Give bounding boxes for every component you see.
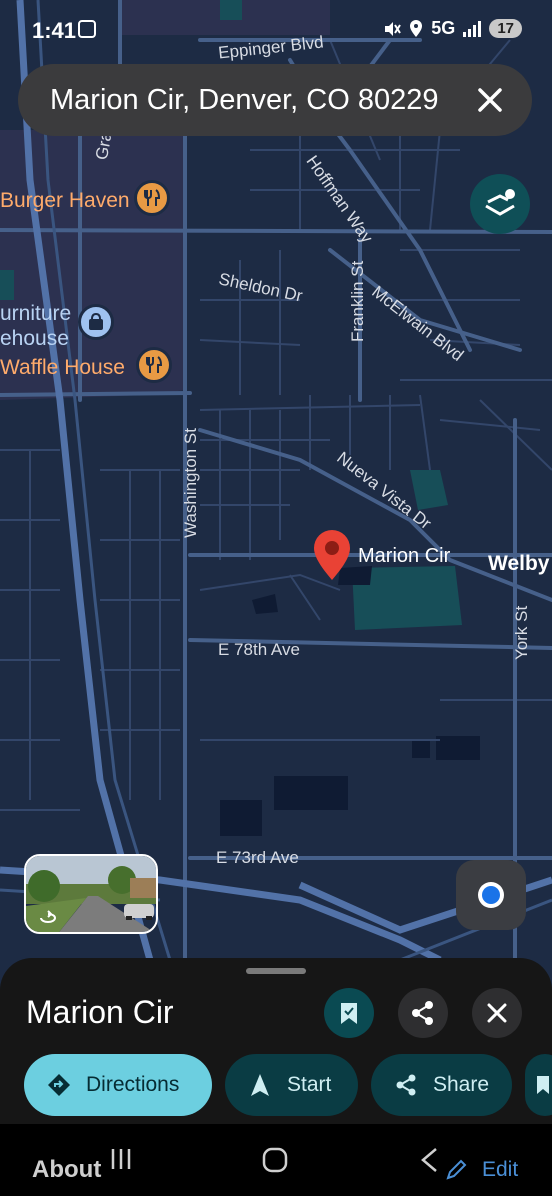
restaurant-icon[interactable] (136, 347, 172, 383)
signal-icon (463, 20, 482, 37)
battery-indicator: 17 (489, 19, 522, 38)
street-label: York St (512, 605, 531, 660)
share-icon-button[interactable] (398, 988, 448, 1038)
save-button[interactable] (324, 988, 374, 1038)
edit-label[interactable]: Edit (482, 1158, 518, 1182)
back-icon[interactable] (418, 1146, 440, 1174)
status-bar: 1:41 5G 17 (0, 0, 552, 62)
close-icon[interactable] (470, 80, 510, 120)
restaurant-icon[interactable] (134, 180, 170, 216)
my-location-icon (478, 882, 504, 908)
about-label[interactable]: About (32, 1156, 101, 1184)
recent-apps-icon[interactable] (108, 1146, 134, 1172)
share-icon (412, 1001, 433, 1025)
directions-icon (48, 1074, 70, 1096)
street-label: Washington St (181, 428, 200, 538)
share-button[interactable]: Share (371, 1054, 512, 1116)
place-label-burger-haven[interactable]: Burger Haven (0, 189, 130, 213)
start-label: Start (287, 1073, 332, 1096)
street-label: E 78th Ave (218, 640, 300, 659)
directions-label: Directions (86, 1073, 180, 1096)
network-type: 5G (431, 18, 456, 38)
navigation-arrow-icon (251, 1074, 269, 1096)
layers-icon (485, 189, 515, 216)
screen-capture-icon (78, 20, 96, 38)
location-icon (410, 19, 423, 37)
home-icon[interactable] (261, 1146, 289, 1174)
layers-button[interactable] (470, 174, 530, 234)
street-label: E 73rd Ave (216, 848, 299, 867)
directions-button[interactable]: Directions (24, 1054, 212, 1116)
search-query[interactable]: Marion Cir, Denver, CO 80229 (50, 84, 438, 117)
place-title: Marion Cir (26, 994, 174, 1030)
close-icon (487, 1003, 507, 1023)
search-bar[interactable]: Marion Cir, Denver, CO 80229 (18, 64, 532, 136)
pin-label: Marion Cir (358, 545, 451, 567)
shopping-bag-icon[interactable] (78, 304, 114, 340)
share-label: Share (433, 1073, 490, 1096)
system-nav-bar: About Edit (0, 1124, 552, 1196)
save-icon (537, 1076, 549, 1094)
status-time: 1:41 (32, 18, 77, 43)
place-label-welby: Welby (488, 552, 550, 575)
street-view-thumbnail[interactable] (24, 854, 158, 934)
start-button[interactable]: Start (225, 1054, 358, 1116)
more-chip[interactable] (525, 1054, 552, 1116)
street-view-icon (40, 910, 56, 923)
pencil-icon[interactable] (444, 1158, 468, 1182)
place-label-furniture-2[interactable]: ehouse (0, 327, 69, 351)
drag-handle[interactable] (246, 968, 306, 974)
my-location-button[interactable] (456, 860, 526, 930)
close-sheet-button[interactable] (472, 988, 522, 1038)
share-icon (396, 1074, 416, 1096)
place-label-furniture[interactable]: urniture (0, 302, 71, 326)
place-label-waffle-house[interactable]: Waffle House (0, 356, 125, 380)
mute-icon (385, 21, 402, 36)
street-label: Franklin St (348, 260, 367, 342)
bookmark-icon (341, 1003, 357, 1024)
